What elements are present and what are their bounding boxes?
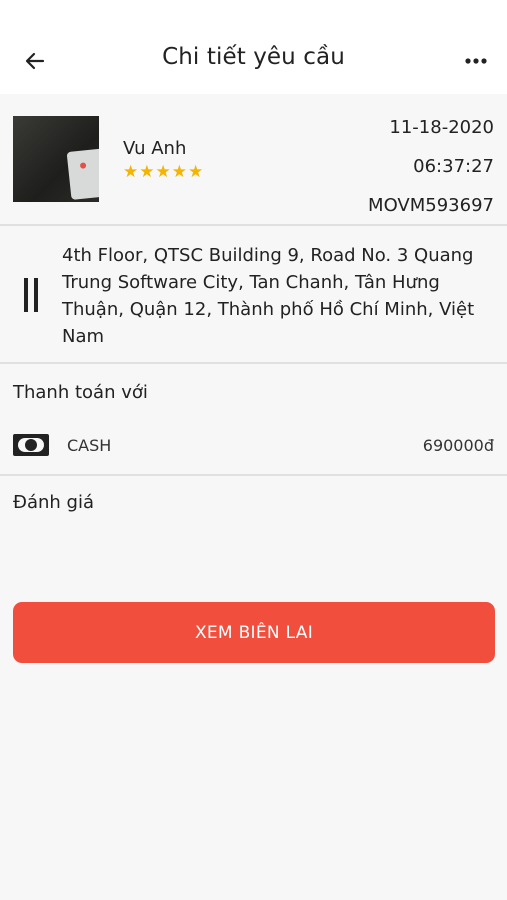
page-title: Chi tiết yêu cầu bbox=[162, 44, 345, 70]
order-code: MOVM593697 bbox=[368, 195, 494, 216]
view-receipt-button[interactable]: XEM BIÊN LAI bbox=[13, 602, 495, 663]
order-summary: Vu Anh ★★★★★ 11-18-2020 06:37:27 MOVM593… bbox=[0, 100, 507, 226]
avatar-photo-detail bbox=[66, 148, 99, 200]
app-screen: Chi tiết yêu cầu Vu Anh ★★★★★ 11-18-2020… bbox=[0, 0, 507, 900]
driver-rating: ★★★★★ bbox=[123, 162, 205, 182]
more-horizontal-icon bbox=[465, 58, 487, 64]
driver-avatar bbox=[13, 116, 99, 202]
review-label: Đánh giá bbox=[13, 492, 94, 513]
payment-section: Thanh toán với CASH 690000đ bbox=[0, 366, 507, 476]
payment-label: Thanh toán với bbox=[13, 382, 148, 403]
address-text: 4th Floor, QTSC Building 9, Road No. 3 Q… bbox=[62, 245, 475, 347]
header: Chi tiết yêu cầu bbox=[0, 0, 507, 94]
driver-name: Vu Anh bbox=[123, 138, 187, 159]
order-date: 11-18-2020 bbox=[389, 117, 494, 138]
address-section: 4th Floor, QTSC Building 9, Road No. 3 Q… bbox=[0, 228, 507, 364]
order-time: 06:37:27 bbox=[413, 156, 494, 177]
payment-amount: 690000đ bbox=[422, 436, 494, 455]
route-icon bbox=[24, 278, 40, 312]
more-button[interactable] bbox=[459, 46, 493, 76]
payment-method: CASH bbox=[67, 436, 112, 455]
cash-icon bbox=[13, 434, 49, 456]
order-meta: 11-18-2020 06:37:27 MOVM593697 bbox=[368, 108, 494, 225]
